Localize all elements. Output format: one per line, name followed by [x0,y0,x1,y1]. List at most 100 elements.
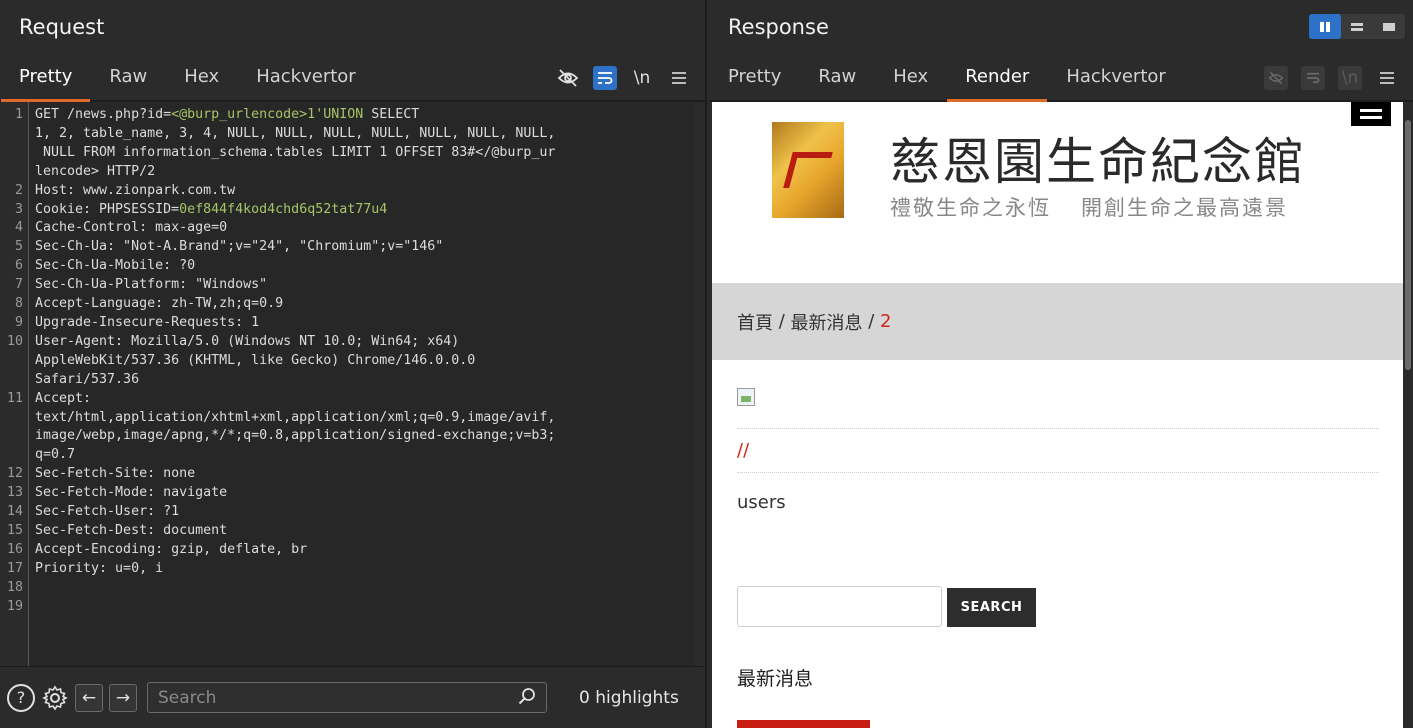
editor-line: 8 Accept-Language: zh-TW,zh;q=0.9 [0,295,695,314]
editor-line: 6 Sec-Ch-Ua-Mobile: ?0 [0,257,695,276]
render-scrollbar-thumb[interactable] [1405,120,1411,370]
site-subtitle: 禮敬生命之永恆 開創生命之最高遠景 [890,192,1288,222]
code-token: Sec-Ch-Ua-Mobile: ?0 [35,258,196,274]
code-token: User-Agent: Mozilla/5.0 (Windows NT 10.0… [35,333,476,387]
line-number: 15 [6,522,23,538]
site-menu-icon[interactable] [1351,102,1391,126]
code-token: Accept: text/html,application/xhtml+xml,… [35,390,556,463]
code-token: Cookie: PHPSESSID= [35,201,180,217]
eye-slash-icon[interactable] [556,66,580,90]
request-title: Request [19,15,105,39]
forward-arrow-icon[interactable]: → [109,683,137,712]
line-content: GET /news.php?id=<@burp_urlencode>1'UNIO… [29,106,695,182]
tab-pretty[interactable]: Pretty [728,53,781,101]
line-number: 4 [14,220,23,236]
line-number: 13 [6,485,23,501]
editor-line: 14 Sec-Fetch-User: ?1 [0,503,695,522]
line-content: Upgrade-Insecure-Requests: 1 [29,314,695,333]
editor-line: 9 Upgrade-Insecure-Requests: 1 [0,314,695,333]
news-title-text: users [737,492,786,513]
back-arrow-icon[interactable]: ← [75,683,103,712]
tab-raw[interactable]: Raw [818,53,856,101]
newline-toggle[interactable]: \n [1338,66,1362,90]
request-scrollbar[interactable] [695,102,705,666]
request-lines: 1 GET /news.php?id=<@burp_urlencode>1'UNI… [0,106,695,616]
line-number: 3 [14,201,23,217]
request-search-bar: ? ← → 0 highlights [0,666,705,728]
line-content: Accept-Language: zh-TW,zh;q=0.9 [29,295,695,314]
tab-render[interactable]: Render [947,53,1048,102]
site-search-button[interactable]: SEARCH [947,588,1036,627]
line-content: Sec-Fetch-Site: none [29,465,695,484]
breadcrumb-separator: / [862,311,881,332]
code-token: Cache-Control: max-age=0 [35,220,228,236]
code-token: Sec-Fetch-Site: none [35,466,196,482]
response-tools: \n [1264,54,1399,102]
line-number: 16 [6,541,23,557]
split-columns-icon[interactable] [1309,14,1341,39]
tab-pretty[interactable]: Pretty [0,53,91,102]
settings-gear-icon[interactable] [41,684,69,712]
line-number: 14 [6,504,23,520]
code-token: Priority: u=0, i [35,560,164,576]
line-content: Accept-Encoding: gzip, deflate, br [29,541,695,560]
tab-raw[interactable]: Raw [109,53,147,101]
request-editor[interactable]: 1 GET /news.php?id=<@burp_urlencode>1'UNI… [0,102,695,666]
editor-line: 7 Sec-Ch-Ua-Platform: "Windows" [0,276,695,295]
tab-hackvertor[interactable]: Hackvertor [1066,53,1165,101]
line-number: 6 [14,258,23,274]
editor-line: 13 Sec-Fetch-Mode: navigate [0,484,695,503]
news-date-text: // [737,440,750,461]
line-content: Sec-Fetch-Mode: navigate [29,484,695,503]
line-number: 11 [6,390,23,406]
editor-line: 1 GET /news.php?id=<@burp_urlencode>1'UNI… [0,106,695,182]
rendered-page: 慈恩園生命紀念館 禮敬生命之永恆 開創生命之最高遠景 首頁 / 最新消息 / 2 … [712,102,1403,728]
request-tools: \n [556,54,691,102]
hamburger-menu-icon[interactable] [667,66,691,90]
code-token: Sec-Ch-Ua-Platform: "Windows" [35,277,268,293]
tab-hex[interactable]: Hex [184,53,219,101]
line-number: 19 [6,598,23,614]
tab-hex[interactable]: Hex [893,53,928,101]
newline-toggle[interactable]: \n [630,66,654,90]
site-logo [772,122,844,218]
hamburger-menu-icon[interactable] [1375,66,1399,90]
layout-toggle [1309,14,1405,39]
editor-line: 10 User-Agent: Mozilla/5.0 (Windows NT 10… [0,333,695,390]
breadcrumb-home[interactable]: 首頁 [737,309,773,335]
breadcrumb: 首頁 / 最新消息 / 2 [712,283,1403,360]
breadcrumb-news[interactable]: 最新消息 [791,309,863,335]
code-token: Sec-Fetch-User: ?1 [35,504,180,520]
response-header: Response [709,0,1413,54]
breadcrumb-separator: / [773,311,791,332]
single-pane-icon[interactable] [1373,14,1405,39]
tab-hackvertor[interactable]: Hackvertor [256,53,355,101]
code-token: Sec-Ch-Ua: "Not-A.Brand";v="24", "Chromi… [35,239,444,255]
search-icon[interactable] [518,687,536,709]
line-content: Cache-Control: max-age=0 [29,219,695,238]
line-content: Priority: u=0, i [29,560,695,579]
code-token: HTTP/2 [99,163,156,179]
render-scrollbar[interactable] [1403,102,1413,728]
eye-slash-icon[interactable] [1264,66,1288,90]
wrap-lines-icon[interactable] [1301,66,1325,90]
line-content [29,579,695,598]
help-icon[interactable]: ? [7,683,35,712]
line-number: 1 [14,107,23,122]
line-number: 10 [6,333,23,349]
split-rows-icon[interactable] [1341,14,1373,39]
latest-news-heading: 最新消息 [737,668,814,690]
code-token: 0ef844f4kod4chd6q52tat77u4 [179,201,388,217]
site-search-input[interactable] [737,586,942,627]
search-field[interactable] [147,682,547,713]
divider [737,472,1379,473]
editor-line: 3 Cookie: PHPSESSID=0ef844f4kod4chd6q52ta… [0,201,695,220]
news-category-badge[interactable] [737,720,870,728]
editor-line: 2 Host: www.zionpark.com.tw [0,182,695,201]
line-number: 2 [14,182,23,198]
wrap-lines-icon[interactable] [593,66,617,90]
request-header: Request [0,0,705,54]
line-content: Sec-Ch-Ua-Platform: "Windows" [29,276,695,295]
editor-line: 11 Accept: text/html,application/xhtml+xm… [0,390,695,466]
search-input[interactable] [158,687,488,708]
